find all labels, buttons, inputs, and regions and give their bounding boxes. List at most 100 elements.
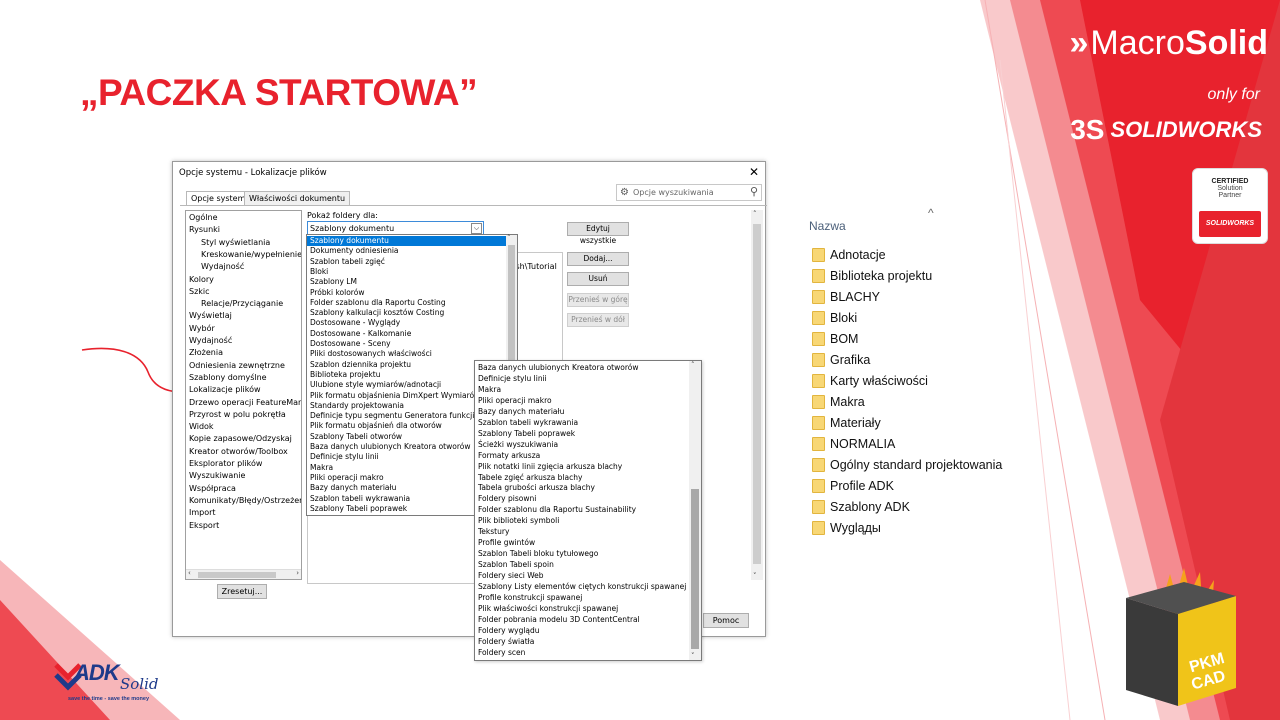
folder-item[interactable]: Ogólny standard projektowania	[812, 454, 1002, 475]
tree-item[interactable]: Relacje/Przyciąganie	[201, 299, 283, 309]
tab-document-properties[interactable]: Właściwości dokumentu	[244, 191, 351, 205]
move-up-button[interactable]: Przenieś w górę	[567, 293, 629, 307]
tree-item[interactable]: Odniesienia zewnętrzne	[189, 361, 285, 371]
scroll-down-icon[interactable]: ˅	[753, 572, 757, 580]
folder-item[interactable]: Bloki	[812, 307, 857, 328]
dropdown-option[interactable]: Dostosowane - Wyglądy	[307, 318, 507, 328]
tree-item[interactable]: Wydajność	[189, 336, 232, 346]
dropdown-option[interactable]: Baza danych ulubionych Kreatora otworów	[475, 362, 638, 373]
dropdown-option[interactable]: Definicje stylu linii	[475, 373, 547, 384]
dropdown-option[interactable]: Profile konstrukcji spawanej	[475, 592, 582, 603]
dropdown-scrollbar[interactable]: ˄ ˅	[689, 361, 701, 660]
edit-all-button[interactable]: Edytuj wszystkie	[567, 222, 629, 245]
tree-item[interactable]: Drzewo operacji FeatureManag	[189, 398, 301, 408]
delete-button[interactable]: Usuń	[567, 272, 629, 286]
folder-item[interactable]: Profile ADK	[812, 475, 894, 496]
dropdown-option[interactable]: Folder pobrania modelu 3D ContentCentral	[475, 614, 640, 625]
scroll-thumb[interactable]	[198, 572, 276, 578]
scroll-thumb[interactable]	[691, 489, 699, 649]
dropdown-option[interactable]: Foldery światła	[475, 636, 534, 647]
scroll-right-icon[interactable]: ›	[296, 569, 299, 577]
dropdown-option[interactable]: Szablony Listy elementów ciętych konstru…	[475, 581, 686, 592]
dropdown-option[interactable]: Bazy danych materiału	[475, 406, 564, 417]
main-vertical-scrollbar[interactable]: ˄ ˅	[751, 210, 763, 580]
tree-item[interactable]: Przyrost w polu pokrętła	[189, 410, 286, 420]
dropdown-option[interactable]: Plik właściwości konstrukcji spawanej	[475, 603, 618, 614]
folder-item[interactable]: Materiały	[812, 412, 881, 433]
dropdown-option[interactable]: Bloki	[307, 267, 507, 277]
options-tree[interactable]: Eksport Import Komunikaty/Błędy/Ostrzeżeni…	[185, 210, 302, 580]
scroll-up-icon[interactable]: ˄	[753, 210, 757, 218]
tree-item[interactable]: Lokalizacje plików	[189, 385, 261, 395]
tree-item[interactable]: Wybór	[189, 324, 215, 334]
dropdown-option[interactable]: Plik biblioteki symboli	[475, 515, 559, 526]
folder-item[interactable]: Adnotacje	[812, 244, 886, 265]
tree-item[interactable]: Kreator otworów/Toolbox	[189, 447, 288, 457]
dropdown-option[interactable]: Formaty arkusza	[475, 450, 540, 461]
tree-item[interactable]: Wydajność	[201, 262, 244, 272]
tree-item[interactable]: Szablony domyślne	[189, 373, 267, 383]
dropdown-option[interactable]: Dostosowane - Sceny	[307, 339, 507, 349]
dropdown-option[interactable]: Pliki dostosowanych właściwości	[307, 349, 507, 359]
add-button[interactable]: Dodaj...	[567, 252, 629, 266]
dropdown-option[interactable]: Szablony Tabeli poprawek	[475, 428, 575, 439]
dropdown-option[interactable]: Dostosowane - Kalkomanie	[307, 329, 507, 339]
dropdown-option[interactable]: Foldery wyglądu	[475, 625, 540, 636]
tree-item[interactable]: Rysunki	[189, 225, 220, 235]
search-icon[interactable]: ⚲	[750, 184, 758, 199]
folder-item[interactable]: Makra	[812, 391, 865, 412]
search-options-input[interactable]: ⚙ Opcje wyszukiwania ⚲	[616, 184, 762, 201]
tree-item[interactable]: Import	[189, 508, 216, 518]
dropdown-option[interactable]: Szablon tabeli zgięć	[307, 257, 507, 267]
folder-item[interactable]: Szablony ADK	[812, 496, 910, 517]
sort-caret-icon[interactable]: ^	[928, 206, 934, 220]
dropdown-option[interactable]: Plik notatki linii zgięcia arkusza blach…	[475, 461, 622, 472]
tree-item[interactable]: Współpraca	[189, 484, 236, 494]
dropdown-option[interactable]: Foldery scen	[475, 647, 525, 658]
dropdown-option[interactable]: Próbki kolorów	[307, 288, 507, 298]
tree-item[interactable]: Eksport	[189, 521, 219, 531]
dropdown-option[interactable]: Pliki operacji makro	[475, 395, 552, 406]
move-down-button[interactable]: Przenieś w dół	[567, 313, 629, 327]
reset-button[interactable]: Zresetuj...	[217, 584, 267, 599]
dropdown-option[interactable]: Szablony dokumentu	[307, 236, 507, 246]
tree-item[interactable]: Złożenia	[189, 348, 223, 358]
dropdown-option[interactable]: Tabela grubości arkusza blachy	[475, 482, 595, 493]
dropdown-option[interactable]: Folder szablonu dla Raportu Costing	[307, 298, 507, 308]
dropdown-option[interactable]: Szablon tabeli wykrawania	[475, 417, 578, 428]
tree-item[interactable]: Styl wyświetlania	[201, 238, 270, 248]
dropdown-option[interactable]: Szablony kalkulacji kosztów Costing	[307, 308, 507, 318]
dropdown-option[interactable]: Dokumenty odniesienia	[307, 246, 507, 256]
tree-item[interactable]: Komunikaty/Błędy/Ostrzeżenia	[189, 496, 301, 506]
folder-column-header[interactable]: Nazwa	[809, 219, 846, 233]
dropdown-option[interactable]: Tabele zgięć arkusza blachy	[475, 472, 582, 483]
scroll-thumb[interactable]	[753, 224, 761, 564]
dropdown-option[interactable]: Ścieżki wyszukiwania	[475, 439, 558, 450]
tree-item[interactable]: Wyszukiwanie	[189, 471, 245, 481]
dropdown-option[interactable]: Foldery sieci Web	[475, 570, 544, 581]
folder-item[interactable]: BOM	[812, 328, 858, 349]
folder-item[interactable]: Karty właściwości	[812, 370, 928, 391]
close-icon[interactable]: ✕	[749, 165, 759, 179]
tree-item[interactable]: Widok	[189, 422, 214, 432]
dropdown-option[interactable]: Makra	[475, 384, 501, 395]
folder-type-dropdown-scrolled[interactable]: Foldery scen Foldery światła Foldery wyglą…	[474, 360, 702, 661]
dropdown-option[interactable]: Foldery pisowni	[475, 493, 536, 504]
tree-item[interactable]: Ogólne	[189, 213, 217, 223]
dropdown-option[interactable]: Profile gwintów	[475, 537, 535, 548]
tree-item[interactable]: Wyświetlaj	[189, 311, 232, 321]
tree-item[interactable]: Kopie zapasowe/Odzyskaj	[189, 434, 292, 444]
folder-item[interactable]: NORMALIA	[812, 433, 895, 454]
dropdown-option[interactable]: Tekstury	[475, 526, 509, 537]
dropdown-option[interactable]: Szablony LM	[307, 277, 507, 287]
folder-item[interactable]: BLACHY	[812, 286, 880, 307]
folder-item[interactable]: Grafika	[812, 349, 870, 370]
scroll-up-icon[interactable]: ˄	[507, 234, 511, 242]
tree-horizontal-scrollbar[interactable]: ‹ ›	[186, 569, 301, 579]
chevron-down-icon[interactable]: ⌵	[471, 223, 482, 234]
scroll-up-icon[interactable]: ˄	[691, 361, 695, 369]
scroll-down-icon[interactable]: ˅	[691, 652, 695, 660]
tree-item[interactable]: Kolory	[189, 275, 214, 285]
dropdown-option[interactable]: Szablon Tabeli bloku tytułowego	[475, 548, 598, 559]
tree-item[interactable]: Szkic	[189, 287, 210, 297]
